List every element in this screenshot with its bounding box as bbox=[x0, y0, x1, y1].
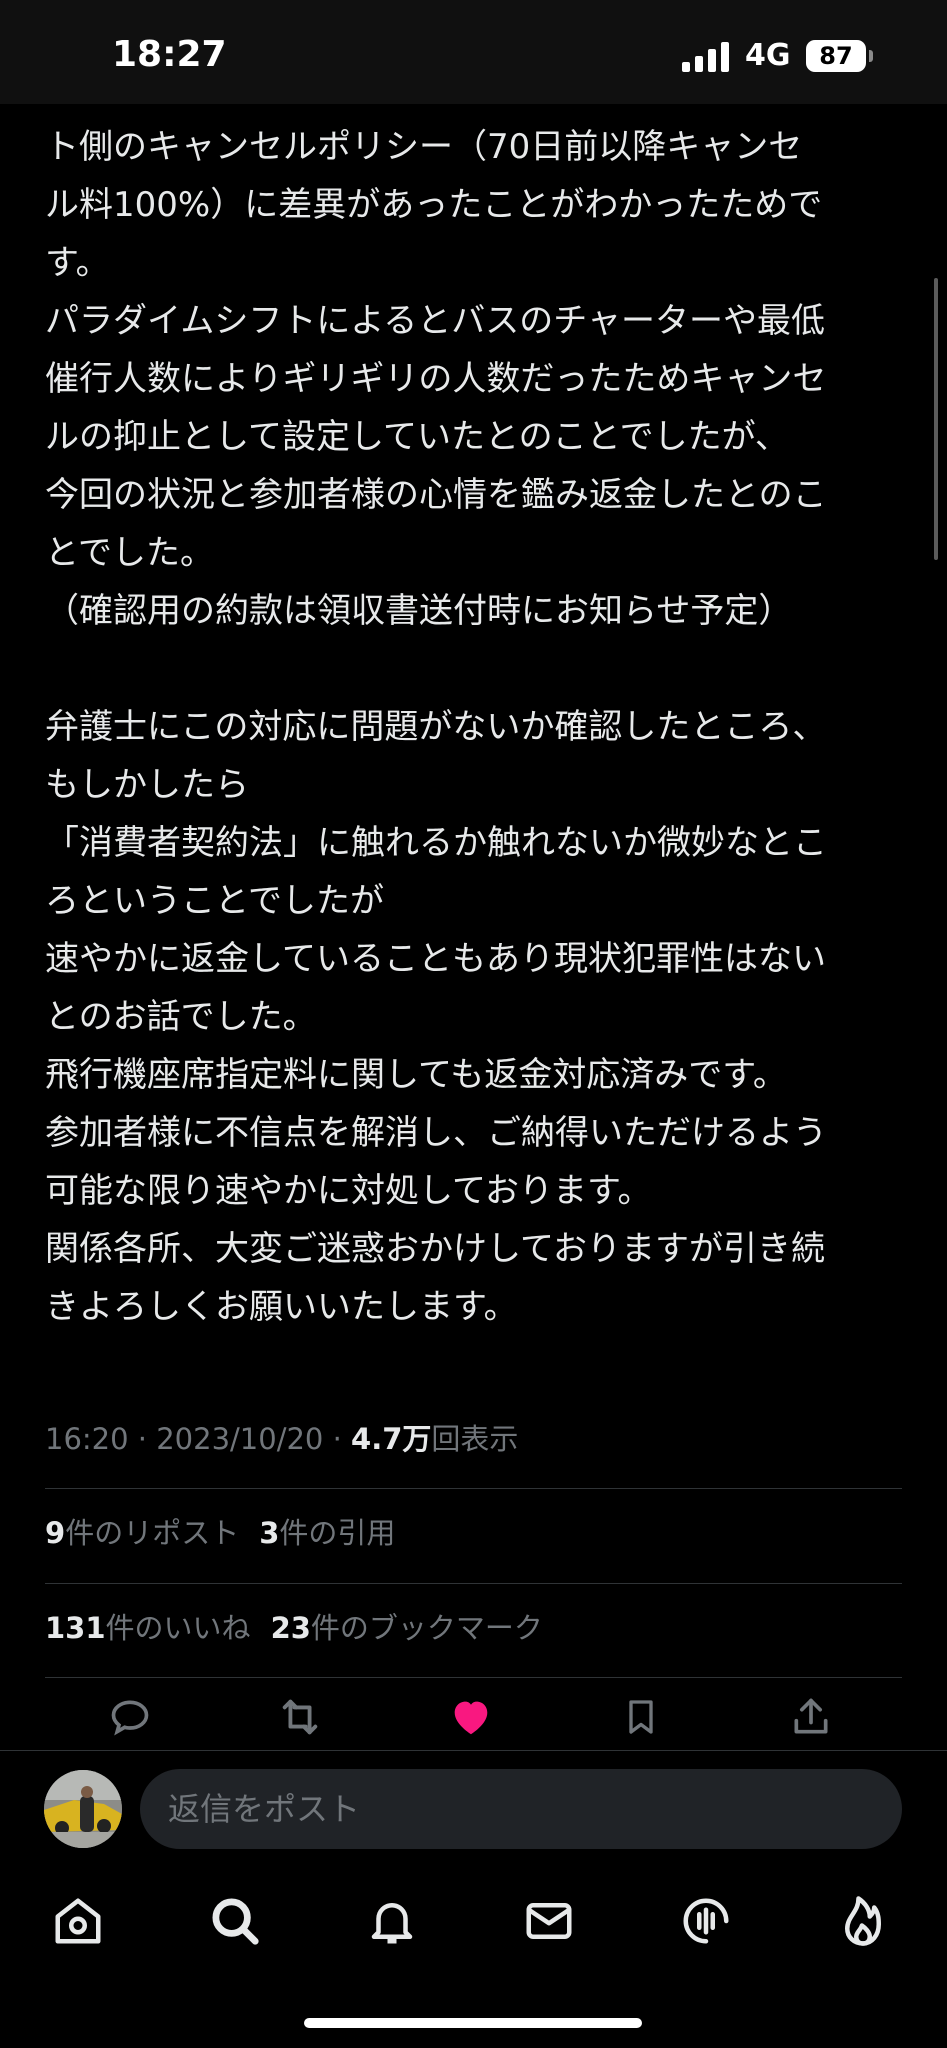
messages-icon bbox=[526, 1903, 572, 1939]
repost-quote-stats: 9件のリポスト 3件の引用 bbox=[45, 1510, 395, 1552]
divider bbox=[45, 1677, 902, 1678]
share-icon bbox=[794, 1698, 828, 1734]
tab-messages[interactable] bbox=[514, 1886, 584, 1956]
signal-icon bbox=[682, 42, 729, 72]
tweet-detail: 旅行代理店のキャンセルポリシーとパラダイムシフ ト側のキャンセルポリシー（70日… bbox=[0, 80, 947, 1750]
status-bar: 18:27 4G 87 bbox=[0, 0, 947, 104]
reposts-link[interactable]: 9件のリポスト bbox=[45, 1516, 239, 1550]
divider bbox=[45, 1488, 902, 1489]
share-button[interactable] bbox=[781, 1692, 841, 1742]
post-time: 16:20 bbox=[45, 1422, 129, 1456]
like-icon bbox=[454, 1701, 488, 1735]
tweet-line: 可能な限り速やかに対処しております。 bbox=[45, 1171, 652, 1211]
repost-button[interactable] bbox=[270, 1692, 330, 1742]
search-icon bbox=[212, 1898, 259, 1945]
repost-label: 件のリポスト bbox=[65, 1516, 240, 1550]
tweet-line: （確認用の約款は領収書送付時にお知らせ予定） bbox=[45, 591, 793, 631]
quotes-link[interactable]: 3件の引用 bbox=[259, 1516, 395, 1550]
view-count: 4.7万 bbox=[351, 1422, 432, 1456]
trending-icon bbox=[845, 1896, 881, 1946]
reply-input[interactable] bbox=[140, 1769, 902, 1849]
bookmark-button[interactable] bbox=[611, 1692, 671, 1742]
likes-link[interactable]: 131件のいいね bbox=[45, 1611, 251, 1645]
tweet-actions bbox=[0, 1692, 947, 1742]
tweet-line: とでした。 bbox=[45, 533, 214, 573]
view-count-label: 回表示 bbox=[431, 1422, 519, 1456]
tab-bar bbox=[0, 1866, 947, 2048]
network-type: 4G bbox=[745, 38, 791, 73]
tweet-line: 催行人数によりギリギリの人数だったためキャンセ bbox=[45, 359, 827, 399]
tweet-meta: 16:20 · 2023/10/20 · 4.7万回表示 bbox=[45, 1416, 518, 1458]
divider bbox=[45, 1583, 902, 1584]
like-count: 131 bbox=[45, 1611, 106, 1645]
tab-home[interactable] bbox=[43, 1886, 113, 1956]
post-date: 2023/10/20 bbox=[156, 1422, 324, 1456]
tweet-line: す。 bbox=[45, 243, 110, 283]
tweet-line: 飛行機座席指定料に関しても返金対応済みです。 bbox=[45, 1055, 787, 1095]
notifications-icon bbox=[371, 1903, 413, 1944]
meta-separator: · bbox=[128, 1422, 157, 1456]
tweet-line: もしかしたら bbox=[45, 765, 249, 805]
tweet-line: とのお話でした。 bbox=[45, 997, 317, 1037]
tweet-line: 参加者様に不信点を解消し、ご納得いただけるよう bbox=[45, 1113, 827, 1153]
home-icon bbox=[55, 1898, 101, 1944]
avatar-image bbox=[44, 1770, 122, 1848]
tweet-line: ろということでしたが bbox=[45, 881, 384, 921]
tweet-line: 弁護士にこの対応に問題がないか確認したところ、 bbox=[45, 707, 827, 747]
repost-count: 9 bbox=[45, 1516, 66, 1550]
reply-bar bbox=[0, 1750, 947, 1866]
quote-count: 3 bbox=[259, 1516, 280, 1550]
scroll-indicator[interactable] bbox=[934, 278, 938, 560]
avatar[interactable] bbox=[44, 1770, 122, 1848]
tab-notifications[interactable] bbox=[357, 1886, 427, 1956]
like-label: 件のいいね bbox=[105, 1611, 251, 1645]
reply-icon bbox=[111, 1700, 149, 1736]
tweet-text: 旅行代理店のキャンセルポリシーとパラダイムシフ ト側のキャンセルポリシー（70日… bbox=[45, 80, 915, 1336]
meta-separator: · bbox=[323, 1422, 352, 1456]
home-indicator[interactable] bbox=[304, 2018, 642, 2028]
tweet-line: ル料100%）に差異があったことがわかったためで bbox=[45, 185, 823, 225]
tweet-line: ト側のキャンセルポリシー（70日前以降キャンセ bbox=[45, 127, 803, 167]
tweet-line: ルの抑止として設定していたとのことでしたが、 bbox=[45, 417, 789, 457]
tab-spaces[interactable] bbox=[671, 1886, 741, 1956]
bookmark-label: 件のブックマーク bbox=[310, 1611, 543, 1645]
tweet-line: 速やかに返金していることもあり現状犯罪性はない bbox=[45, 939, 826, 979]
like-button[interactable] bbox=[441, 1692, 501, 1742]
bookmark-icon bbox=[629, 1700, 653, 1734]
like-bookmark-stats: 131件のいいね 23件のブックマーク bbox=[45, 1605, 543, 1647]
spaces-icon bbox=[683, 1898, 729, 1944]
battery-tip bbox=[869, 50, 873, 62]
clock: 18:27 bbox=[112, 34, 227, 75]
quote-label: 件の引用 bbox=[279, 1516, 396, 1550]
tweet-line: 関係各所、大変ご迷惑おかけしておりますが引き続 bbox=[45, 1229, 825, 1269]
tweet-line: 「消費者契約法」に触れるか触れないか微妙なとこ bbox=[45, 823, 827, 863]
tab-search[interactable] bbox=[200, 1886, 270, 1956]
tweet-line: パラダイムシフトによるとバスのチャーターや最低 bbox=[45, 301, 825, 341]
battery-icon: 87 bbox=[806, 40, 866, 72]
tab-trending[interactable] bbox=[828, 1886, 898, 1956]
tweet-line: 今回の状況と参加者様の心情を鑑み返金したとのこ bbox=[45, 475, 827, 515]
bookmarks-link[interactable]: 23件のブックマーク bbox=[271, 1611, 543, 1645]
repost-icon bbox=[282, 1699, 318, 1735]
tweet-line: きよろしくお願いいたします。 bbox=[45, 1287, 518, 1327]
reply-button[interactable] bbox=[100, 1692, 160, 1742]
bookmark-count: 23 bbox=[270, 1611, 311, 1645]
